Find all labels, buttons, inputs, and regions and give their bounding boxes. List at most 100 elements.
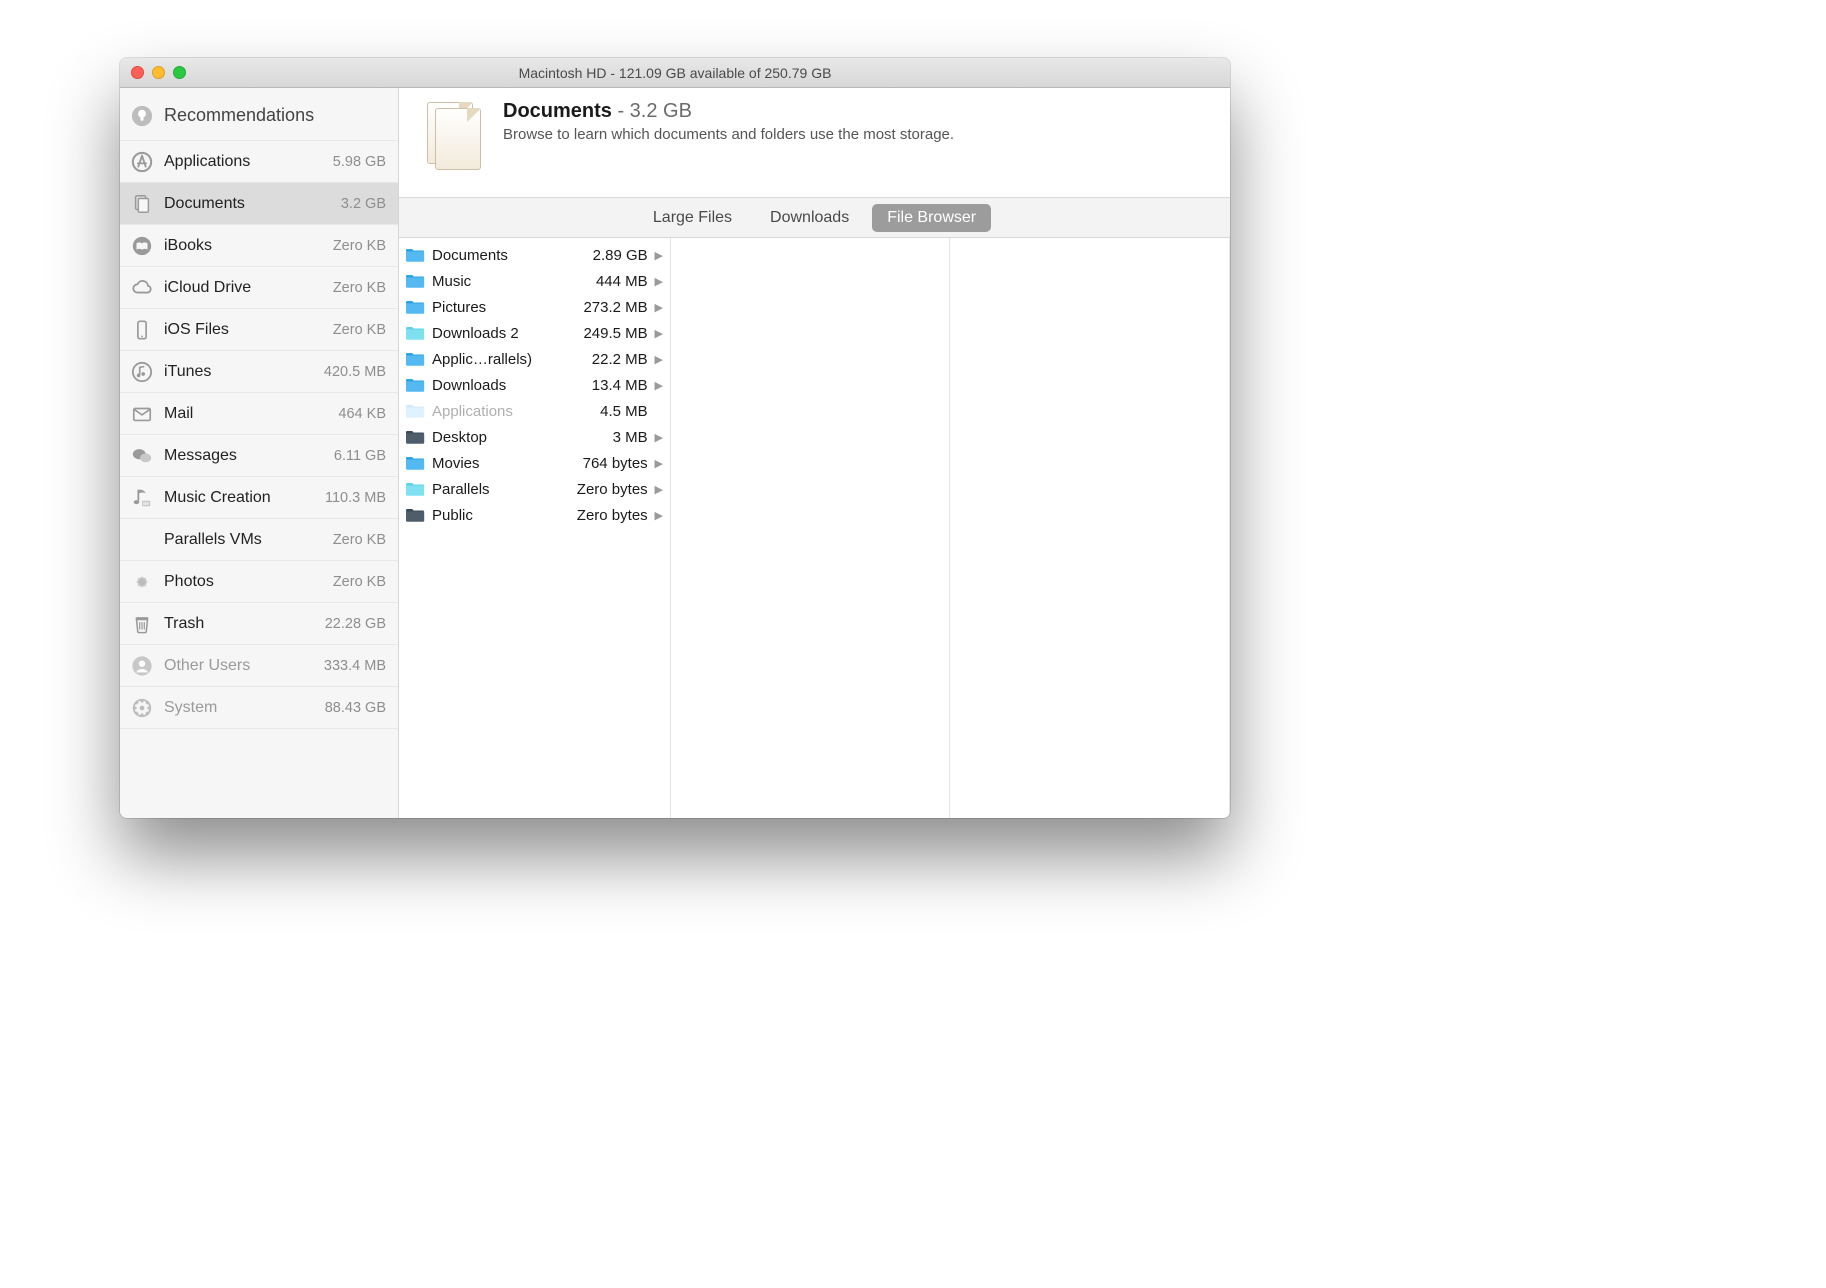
minimize-window-button[interactable] <box>152 66 165 79</box>
iphone-icon <box>129 317 155 343</box>
sidebar-item-label: Music Creation <box>164 489 325 507</box>
browser-row[interactable]: Applications 4.5 MB <box>399 398 670 424</box>
chevron-right-icon: ▶ <box>652 457 666 470</box>
browser-row-size: 4.5 MB <box>600 403 648 420</box>
sidebar-item-parallels-vms[interactable]: Parallels VMsZero KB <box>120 519 398 561</box>
tab-large-files[interactable]: Large Files <box>638 204 747 232</box>
sidebar-item-size: 5.98 GB <box>333 154 386 170</box>
sidebar-item-mail[interactable]: Mail464 KB <box>120 393 398 435</box>
docs-icon <box>129 191 155 217</box>
detail-header-text: Documents - 3.2 GB Browse to learn which… <box>503 100 954 197</box>
folder-icon <box>405 455 425 471</box>
system-icon <box>129 695 155 721</box>
chevron-right-icon: ▶ <box>652 327 666 340</box>
browser-row[interactable]: Applic…rallels)22.2 MB▶ <box>399 346 670 372</box>
browser-row[interactable]: Music444 MB▶ <box>399 268 670 294</box>
browser-row-name: Documents <box>432 247 585 264</box>
sidebar-item-photos[interactable]: PhotosZero KB <box>120 561 398 603</box>
browser-row[interactable]: Movies764 bytes▶ <box>399 450 670 476</box>
sidebar-item-trash[interactable]: Trash22.28 GB <box>120 603 398 645</box>
browser-row-name: Pictures <box>432 299 575 316</box>
sidebar-item-icloud-drive[interactable]: iCloud DriveZero KB <box>120 267 398 309</box>
sidebar-item-label: Messages <box>164 447 334 465</box>
browser-row[interactable]: Documents2.89 GB▶ <box>399 242 670 268</box>
mail-icon <box>129 401 155 427</box>
browser-row[interactable]: Pictures273.2 MB▶ <box>399 294 670 320</box>
chevron-right-icon: ▶ <box>652 379 666 392</box>
browser-row[interactable]: Parallels Zero bytes ▶ <box>399 476 670 502</box>
sidebar-item-documents[interactable]: Documents3.2 GB <box>120 183 398 225</box>
folder-icon <box>405 299 425 315</box>
sidebar-item-label: Trash <box>164 615 325 633</box>
sidebar-item-size: Zero KB <box>333 532 386 548</box>
tab-downloads[interactable]: Downloads <box>755 204 864 232</box>
browser-row-name: Downloads <box>432 377 584 394</box>
sidebar-item-size: 22.28 GB <box>325 616 386 632</box>
sidebar-item-size: 110.3 MB <box>325 490 386 506</box>
sidebar-item-applications[interactable]: Applications5.98 GB <box>120 141 398 183</box>
sidebar-item-label: Other Users <box>164 657 324 675</box>
sidebar-item-size: 3.2 GB <box>341 196 386 212</box>
browser-row-size: Zero bytes <box>577 481 648 498</box>
browser-row[interactable]: Desktop3 MB▶ <box>399 424 670 450</box>
browser-row[interactable]: PublicZero bytes▶ <box>399 502 670 528</box>
browser-row-name: Applications <box>432 403 592 420</box>
folder-icon <box>405 351 425 367</box>
browser-row-name: Music <box>432 273 588 290</box>
main-panel: Documents - 3.2 GB Browse to learn which… <box>399 88 1230 818</box>
browser-row-name: Public <box>432 507 569 524</box>
folder-icon <box>405 325 425 341</box>
browser-column-1[interactable]: Documents2.89 GB▶Music444 MB▶Pictures273… <box>399 238 671 818</box>
sidebar-item-ios-files[interactable]: iOS FilesZero KB <box>120 309 398 351</box>
browser-row-name: Parallels <box>432 481 569 498</box>
sidebar-item-size: Zero KB <box>333 322 386 338</box>
sidebar-item-size: 6.11 GB <box>334 448 386 464</box>
browser-row-size: 764 bytes <box>583 455 648 472</box>
itunes-icon <box>129 359 155 385</box>
folder-icon <box>405 403 425 419</box>
tab-bar: Large Files Downloads File Browser <box>399 198 1230 238</box>
browser-row-name: Applic…rallels) <box>432 351 584 368</box>
detail-size: - 3.2 GB <box>612 100 692 122</box>
sidebar-item-label: Documents <box>164 195 341 213</box>
sidebar-item-messages[interactable]: Messages6.11 GB <box>120 435 398 477</box>
browser-column-2[interactable] <box>671 238 951 818</box>
sidebar-item-label: Parallels VMs <box>164 531 333 549</box>
sidebar-item-music-creation[interactable]: Music Creation110.3 MB <box>120 477 398 519</box>
sidebar-item-size: Zero KB <box>333 574 386 590</box>
window-body: Recommendations Applications5.98 GBDocum… <box>120 88 1230 818</box>
sidebar-item-size: 420.5 MB <box>324 364 386 380</box>
photos-icon <box>129 569 155 595</box>
sidebar-item-label: iCloud Drive <box>164 279 333 297</box>
zoom-window-button[interactable] <box>173 66 186 79</box>
sidebar-item-size: Zero KB <box>333 280 386 296</box>
none-icon <box>129 527 155 553</box>
sidebar-item-label: iTunes <box>164 363 324 381</box>
browser-row-size: 2.89 GB <box>593 247 648 264</box>
browser-column-3[interactable] <box>950 238 1230 818</box>
tab-file-browser[interactable]: File Browser <box>872 204 991 232</box>
chevron-right-icon: ▶ <box>652 353 666 366</box>
sidebar-item-size: 88.43 GB <box>325 700 386 716</box>
sidebar-item-recommendations[interactable]: Recommendations <box>120 91 398 141</box>
sidebar-item-system[interactable]: System88.43 GB <box>120 687 398 729</box>
chevron-right-icon: ▶ <box>652 483 666 496</box>
browser-row-name: Downloads 2 <box>432 325 575 342</box>
browser-row-size: 249.5 MB <box>583 325 647 342</box>
appstore-icon <box>129 149 155 175</box>
folder-icon <box>405 247 425 263</box>
chevron-right-icon: ▶ <box>652 301 666 314</box>
browser-row[interactable]: Downloads13.4 MB▶ <box>399 372 670 398</box>
music-icon <box>129 485 155 511</box>
browser-row-size: 444 MB <box>596 273 648 290</box>
folder-icon <box>405 273 425 289</box>
close-window-button[interactable] <box>131 66 144 79</box>
storage-management-window: Macintosh HD - 121.09 GB available of 25… <box>120 58 1230 818</box>
sidebar-item-other-users[interactable]: Other Users333.4 MB <box>120 645 398 687</box>
sidebar-item-size: Zero KB <box>333 238 386 254</box>
sidebar-item-itunes[interactable]: iTunes420.5 MB <box>120 351 398 393</box>
browser-row[interactable]: Downloads 2 249.5 MB ▶ <box>399 320 670 346</box>
folder-icon <box>405 377 425 393</box>
sidebar-item-ibooks[interactable]: iBooksZero KB <box>120 225 398 267</box>
window-controls <box>120 66 186 79</box>
